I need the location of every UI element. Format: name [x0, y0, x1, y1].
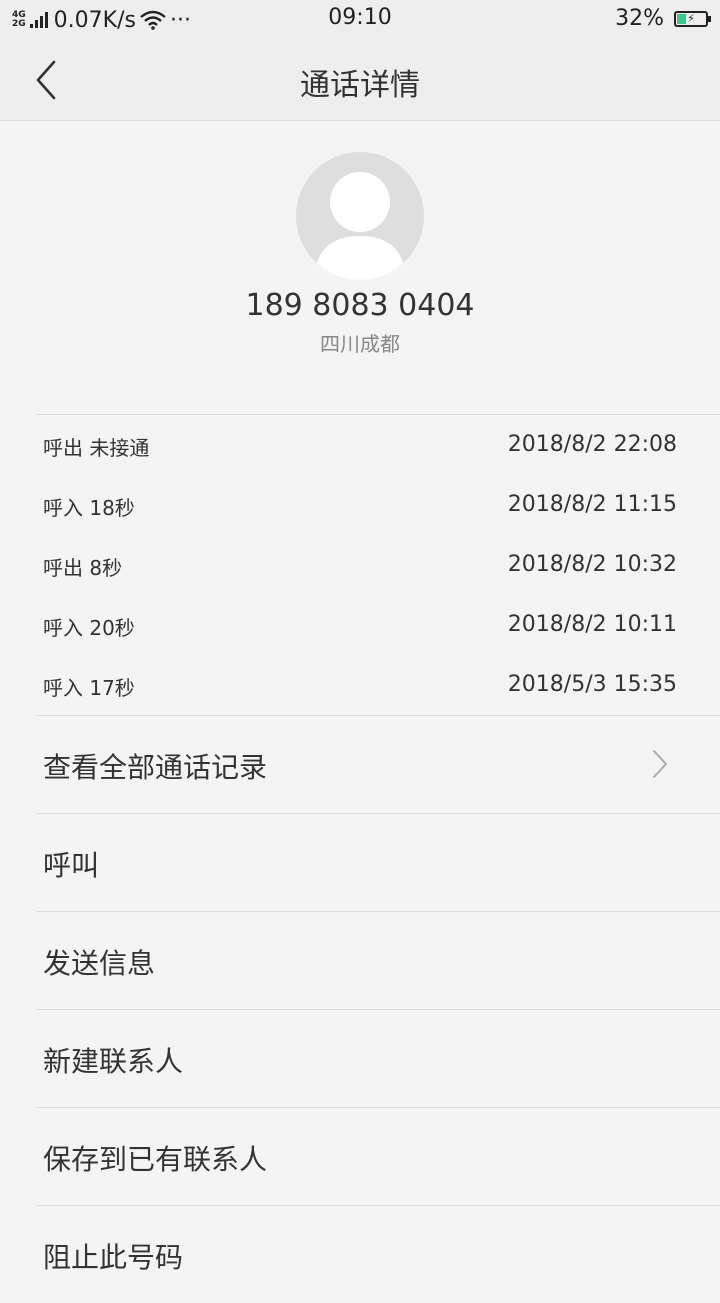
- charging-icon: ⚡: [687, 11, 695, 25]
- phone-number: 189 8083 0404: [245, 288, 475, 323]
- send-message-label: 发送信息: [43, 947, 156, 980]
- page-title: 通话详情: [300, 68, 420, 103]
- call-type: 呼出 未接通: [43, 436, 150, 460]
- person-icon: [314, 172, 406, 280]
- chevron-right-icon: [653, 750, 667, 778]
- status-right: 32% ⚡: [615, 6, 711, 31]
- status-bar: 4G 2G 0.07K/s ··· 09:10 32% ⚡: [0, 0, 720, 40]
- call-time: 2018/8/2 22:08: [507, 432, 677, 457]
- new-contact-label: 新建联系人: [43, 1045, 184, 1078]
- call-log-row: 呼入 17秒 2018/5/3 15:35: [0, 656, 720, 716]
- view-all-calls-label: 查看全部通话记录: [43, 751, 268, 784]
- call-log-row: 呼入 18秒 2018/8/2 11:15: [0, 476, 720, 536]
- call-type: 呼入 20秒: [43, 616, 135, 640]
- call-time: 2018/8/2 10:11: [507, 612, 677, 637]
- avatar: [296, 152, 424, 280]
- divider: [36, 414, 720, 415]
- call-time: 2018/5/3 15:35: [507, 672, 677, 697]
- battery-icon: ⚡: [674, 10, 711, 27]
- title-bar: 通话详情: [0, 40, 720, 121]
- action-list: 查看全部通话记录 呼叫 发送信息 新建联系人 保存到已有联系人 阻止此号码: [0, 716, 720, 1303]
- block-number-label: 阻止此号码: [43, 1241, 184, 1274]
- send-message-item[interactable]: 发送信息: [36, 912, 720, 1010]
- call-log-row: 呼出 8秒 2018/8/2 10:32: [0, 536, 720, 596]
- battery-percent: 32%: [615, 6, 664, 31]
- save-to-existing-contact-label: 保存到已有联系人: [43, 1143, 268, 1176]
- call-type: 呼出 8秒: [43, 556, 123, 580]
- save-to-existing-contact-item[interactable]: 保存到已有联系人: [36, 1108, 720, 1206]
- block-number-item[interactable]: 阻止此号码: [36, 1206, 720, 1303]
- call-type: 呼入 18秒: [43, 496, 135, 520]
- call-log-list: 呼出 未接通 2018/8/2 22:08 呼入 18秒 2018/8/2 11…: [0, 416, 720, 716]
- call-item[interactable]: 呼叫: [36, 814, 720, 912]
- call-type: 呼入 17秒: [43, 676, 135, 700]
- new-contact-item[interactable]: 新建联系人: [36, 1010, 720, 1108]
- call-label: 呼叫: [43, 849, 100, 882]
- call-time: 2018/8/2 10:32: [507, 552, 677, 577]
- view-all-calls-item[interactable]: 查看全部通话记录: [36, 716, 720, 814]
- call-log-row: 呼入 20秒 2018/8/2 10:11: [0, 596, 720, 656]
- call-log-row: 呼出 未接通 2018/8/2 22:08: [0, 416, 720, 476]
- clock: 09:10: [328, 5, 392, 30]
- number-location: 四川成都: [320, 332, 400, 356]
- call-time: 2018/8/2 11:15: [507, 492, 677, 517]
- battery-fill: [677, 13, 686, 24]
